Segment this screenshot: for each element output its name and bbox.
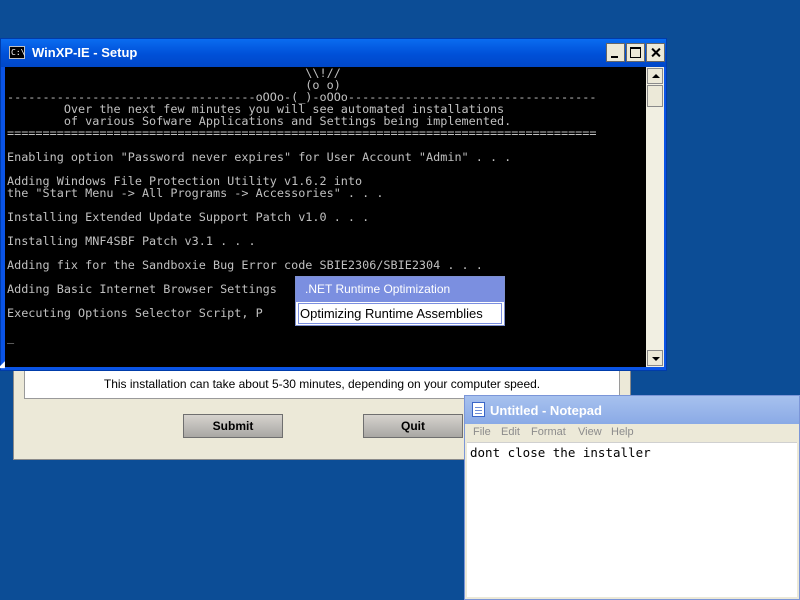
runtime-optimization-popup: .NET Runtime Optimization Optimizing Run… [295, 276, 505, 326]
notepad-icon[interactable] [472, 402, 485, 417]
resize-grip-icon[interactable]: ◢ [0, 360, 6, 369]
minimize-button[interactable] [606, 43, 625, 62]
notepad-titlebar[interactable]: Untitled - Notepad [465, 396, 799, 424]
scroll-up-arrow-icon[interactable] [647, 68, 663, 84]
console-app-icon[interactable]: C:\ [9, 46, 25, 59]
notepad-menubar: File Edit Format View Help [465, 424, 799, 442]
console-scrollbar[interactable] [646, 67, 664, 367]
popup-header: .NET Runtime Optimization [296, 277, 504, 302]
quit-button[interactable]: Quit [363, 414, 463, 438]
menu-edit[interactable]: Edit [501, 426, 520, 438]
submit-button[interactable]: Submit [183, 414, 283, 438]
console-title: WinXP-IE - Setup [32, 45, 138, 60]
maximize-button[interactable] [626, 43, 645, 62]
notepad-text-area[interactable]: dont close the installer [467, 442, 797, 597]
scroll-down-arrow-icon[interactable] [647, 350, 663, 366]
menu-help[interactable]: Help [611, 426, 634, 438]
desktop: This installation can take about 5-30 mi… [0, 0, 800, 600]
console-titlebar[interactable]: C:\ WinXP-IE - Setup [1, 39, 666, 67]
setup-info-text: This installation can take about 5-30 mi… [103, 377, 541, 391]
close-button[interactable] [646, 43, 665, 62]
scroll-thumb[interactable] [647, 85, 663, 107]
popup-item[interactable]: Optimizing Runtime Assemblies [298, 303, 502, 324]
menu-file[interactable]: File [473, 426, 491, 438]
menu-view[interactable]: View [578, 426, 602, 438]
notepad-title: Untitled - Notepad [490, 403, 602, 418]
menu-format[interactable]: Format [531, 426, 566, 438]
notepad-window: Untitled - Notepad File Edit Format View… [464, 395, 800, 600]
